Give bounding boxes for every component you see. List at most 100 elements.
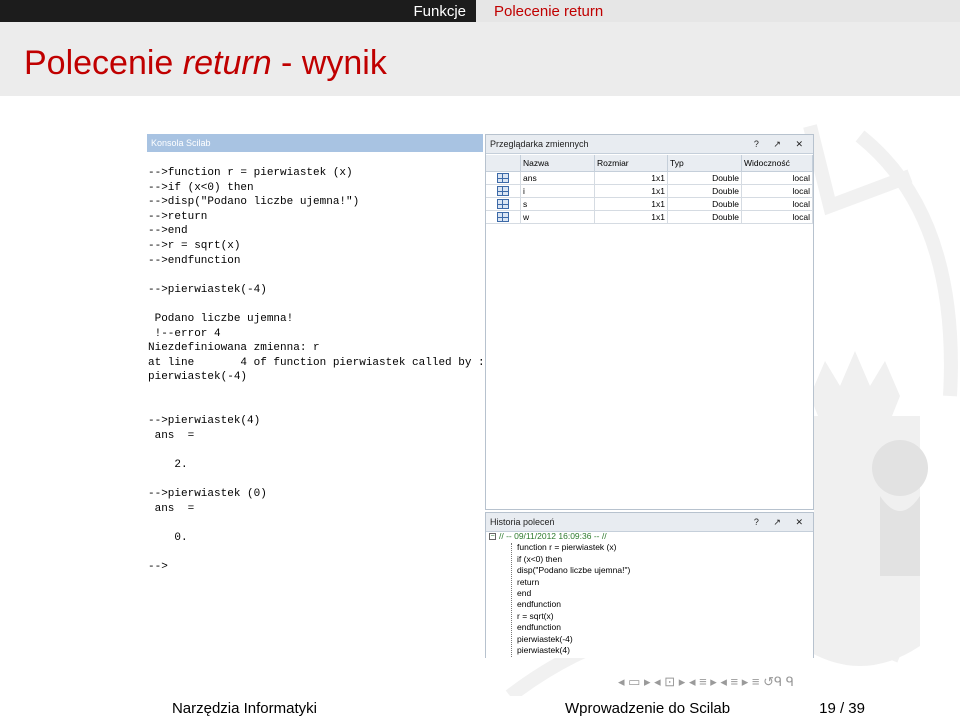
collapse-icon[interactable]: −: [489, 533, 496, 541]
footer-left: Narzędzia Informatyki: [0, 697, 480, 720]
footer-title: Wprowadzenie do Scilab: [565, 700, 731, 717]
matrix-icon: [497, 212, 509, 223]
header-section-area: Funkcje: [0, 0, 476, 22]
console-line: -->disp("Podano liczbe ujemna!"): [148, 196, 360, 209]
console-line: -->pierwiastek(-4): [148, 283, 267, 296]
variable-visibility: local: [741, 197, 813, 211]
command-history-title: Historia poleceń: [490, 517, 555, 527]
console-line: -->return: [148, 210, 208, 223]
beamer-navigation-symbols[interactable]: ◂ ▭ ▸ ◂ ⊡ ▸ ◂ ≡ ▸ ◂ ≡ ▸ ≡ ↺ᑫ ᑫ: [618, 674, 794, 690]
history-item[interactable]: end: [489, 588, 630, 599]
scilab-console[interactable]: Konsola Scilab -->function r = pierwiast…: [147, 134, 483, 658]
variable-icon-cell: [486, 171, 521, 185]
console-title: Konsola Scilab: [147, 134, 483, 152]
column-header-visibility[interactable]: Widoczność: [741, 155, 813, 172]
console-line: -->: [148, 561, 168, 574]
history-item[interactable]: pierwiastek (0): [489, 656, 630, 658]
footer-right: Wprowadzenie do Scilab 19 / 39: [480, 697, 960, 720]
variable-browser-window-buttons[interactable]: ? ↗ ✕: [754, 135, 809, 153]
variable-type: Double: [667, 197, 742, 211]
matrix-icon: [497, 199, 509, 210]
history-item[interactable]: r = sqrt(x): [489, 611, 630, 622]
variable-name: ans: [520, 171, 595, 185]
console-line: -->end: [148, 225, 188, 238]
variable-size: 1x1: [594, 184, 668, 198]
variable-table: Nazwa Rozmiar Typ Widoczność ans 1x1 Doubl…: [486, 155, 813, 224]
history-session-label: // -- 09/11/2012 16:09:36 -- //: [499, 531, 607, 541]
variable-name: w: [520, 210, 595, 224]
matrix-icon: [497, 186, 509, 197]
history-item[interactable]: disp("Podano liczbe ujemna!"): [489, 565, 630, 576]
history-session-header[interactable]: −// -- 09/11/2012 16:09:36 -- //: [489, 531, 630, 542]
console-line: Podano liczbe ujemna!: [148, 312, 294, 325]
footer-page-number: 19 / 39: [819, 700, 865, 717]
frame-title-main: Polecenie: [24, 44, 183, 82]
variable-icon-cell: [486, 197, 521, 211]
footer: Narzędzia Informatyki Wprowadzenie do Sc…: [0, 697, 960, 720]
history-item[interactable]: return: [489, 577, 630, 588]
variable-name: s: [520, 197, 595, 211]
variable-type: Double: [667, 171, 742, 185]
frame-title-italic: return: [182, 44, 272, 82]
variable-size: 1x1: [594, 210, 668, 224]
history-item[interactable]: function r = pierwiastek (x): [489, 542, 630, 553]
scilab-screenshot: Konsola Scilab --> function r = pierwiast…: [147, 134, 814, 658]
history-item[interactable]: pierwiastek(-4): [489, 634, 630, 645]
footer-author: Narzędzia Informatyki: [171, 700, 317, 717]
console-line: Niezdefiniowana zmienna: r: [148, 342, 320, 355]
variable-name: i: [520, 184, 595, 198]
variable-table-header: Nazwa Rozmiar Typ Widoczność: [486, 155, 813, 172]
matrix-icon: [497, 173, 509, 184]
variable-row[interactable]: i 1x1 Double local: [486, 184, 813, 198]
variable-type: Double: [667, 210, 742, 224]
variable-visibility: local: [741, 210, 813, 224]
variable-browser-title: Przeglądarka zmiennych: [490, 139, 589, 149]
command-history-titlebar: Historia poleceń ? ↗ ✕: [486, 513, 813, 532]
history-item[interactable]: endfunction: [489, 599, 630, 610]
variable-size: 1x1: [594, 197, 668, 211]
history-item[interactable]: endfunction: [489, 622, 630, 633]
frame-title-rest: - wynik: [271, 44, 387, 82]
column-header-size[interactable]: Rozmiar: [594, 155, 668, 172]
variable-row[interactable]: ans 1x1 Double local: [486, 171, 813, 185]
command-history-tree: −// -- 09/11/2012 16:09:36 -- // functio…: [489, 531, 630, 658]
console-line: -->r = sqrt(x): [148, 239, 241, 252]
variable-icon-cell: [486, 184, 521, 198]
command-history-window-buttons[interactable]: ? ↗ ✕: [754, 513, 809, 531]
variable-size: 1x1: [594, 171, 668, 185]
history-item[interactable]: if (x<0) then: [489, 554, 630, 565]
variable-visibility: local: [741, 171, 813, 185]
command-history: Historia poleceń ? ↗ ✕ −// -- 09/11/2012…: [485, 512, 814, 658]
column-header-type[interactable]: Typ: [667, 155, 742, 172]
variable-row[interactable]: w 1x1 Double local: [486, 210, 813, 224]
header-subsection-area: Polecenie return: [476, 0, 960, 22]
icon-column-header: [486, 155, 521, 172]
header-nav-bar: Funkcje Polecenie return: [0, 0, 960, 22]
console-line: -->pierwiastek (0): [148, 488, 267, 501]
console-line: -->pierwiastek(4): [148, 415, 261, 428]
variable-browser: Przeglądarka zmiennych ? ↗ ✕ Nazwa Rozmi…: [485, 134, 814, 510]
console-line: -->if (x<0) then: [148, 181, 254, 194]
console-line: -->endfunction: [148, 254, 241, 267]
console-line: ans =: [148, 502, 195, 515]
variable-type: Double: [667, 184, 742, 198]
console-line: 0.: [148, 531, 188, 544]
header-subsection-link[interactable]: Polecenie return: [494, 3, 603, 20]
console-line: ans =: [148, 429, 195, 442]
header-section-link[interactable]: Funkcje: [413, 3, 466, 20]
column-header-name[interactable]: Nazwa: [520, 155, 595, 172]
frame-title: Polecenie return - wynik: [24, 44, 387, 83]
variable-visibility: local: [741, 184, 813, 198]
variable-row[interactable]: s 1x1 Double local: [486, 197, 813, 211]
variable-browser-titlebar: Przeglądarka zmiennych ? ↗ ✕: [486, 135, 813, 154]
console-line: !--error 4: [148, 327, 221, 340]
history-item[interactable]: pierwiastek(4): [489, 645, 630, 656]
